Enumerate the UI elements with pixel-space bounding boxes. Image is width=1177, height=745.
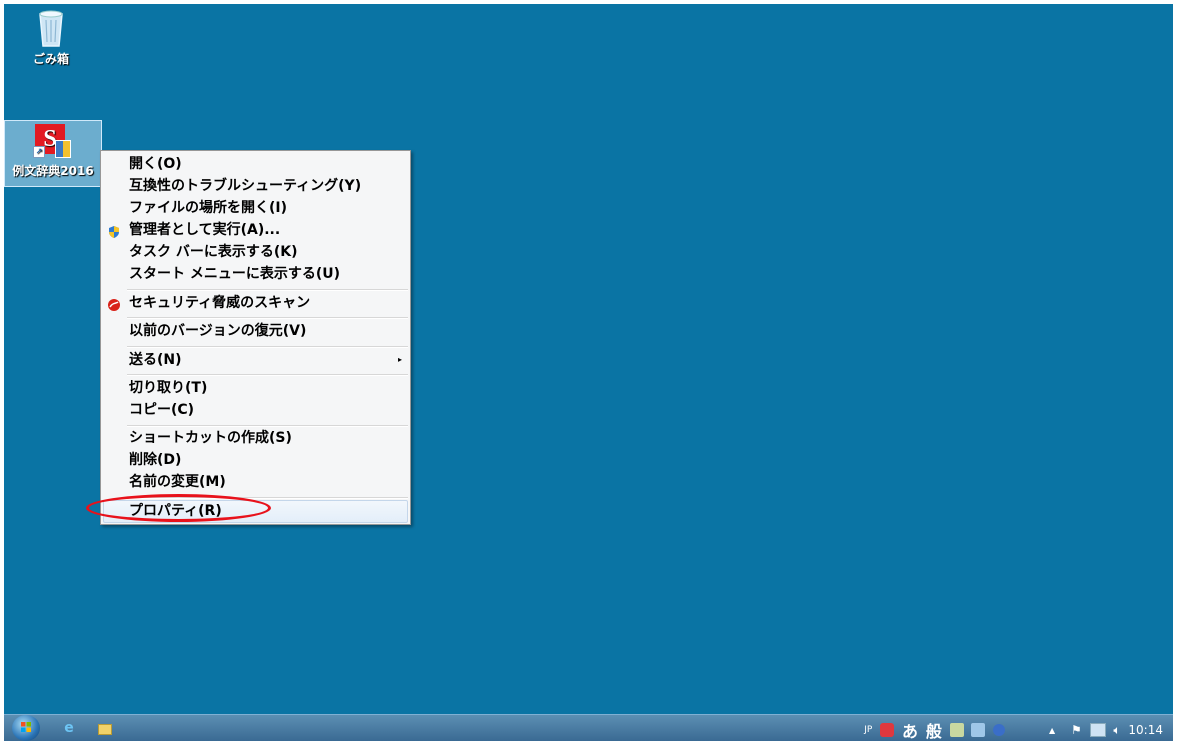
ime-dictionary-icon[interactable] (971, 723, 986, 737)
context-menu: 開く(O) 互換性のトラブルシューティング(Y) ファイルの場所を開く(I) 管… (100, 150, 411, 525)
menu-separator (127, 346, 408, 348)
language-indicator[interactable]: JP (864, 725, 872, 735)
menu-item-send-to[interactable]: 送る(N) (129, 349, 182, 371)
recycle-bin-label: ごみ箱 (32, 52, 69, 66)
app-logo-icon: S ↗ (33, 124, 71, 160)
recycle-bin-icon (39, 10, 63, 47)
menu-item-rename[interactable]: 名前の変更(M) (129, 471, 226, 493)
ime-pad-icon[interactable] (880, 723, 895, 737)
menu-item-cut[interactable]: 切り取り(T) (129, 377, 207, 399)
network-icon[interactable] (1089, 723, 1106, 737)
menu-item-open-file-location[interactable]: ファイルの場所を開く(I) (129, 197, 287, 219)
menu-item-restore-previous-versions[interactable]: 以前のバージョンの復元(V) (129, 320, 306, 342)
recycle-bin-desktop-icon[interactable]: ごみ箱 (6, 8, 96, 67)
menu-item-run-as-administrator[interactable]: 管理者として実行(A)... (129, 219, 280, 241)
taskbar: e JP あ 般 ▲ ⚑ 🔈︎ 10:14 (4, 714, 1173, 741)
windows-logo-icon (21, 722, 31, 732)
submenu-arrow-icon: ▸ (397, 355, 402, 364)
start-button[interactable] (12, 715, 40, 741)
ime-mode-indicator[interactable]: あ (902, 718, 918, 742)
file-explorer-icon[interactable] (96, 719, 114, 737)
volume-icon[interactable]: 🔈︎ (1113, 723, 1120, 738)
app-shortcut-label: 例文辞典2016 (12, 164, 94, 178)
menu-item-troubleshoot-compatibility[interactable]: 互換性のトラブルシューティング(Y) (129, 175, 361, 197)
menu-separator (127, 289, 408, 291)
menu-separator (127, 374, 408, 376)
menu-item-open[interactable]: 開く(O) (129, 153, 182, 175)
ime-help-icon[interactable] (993, 724, 1006, 736)
clock[interactable]: 10:14 (1128, 723, 1163, 737)
caps-kana-indicator[interactable] (1013, 724, 1041, 736)
menu-item-pin-to-start-menu[interactable]: スタート メニューに表示する(U) (129, 263, 340, 285)
ime-tool-icon[interactable] (949, 723, 964, 737)
menu-item-delete[interactable]: 削除(D) (129, 449, 181, 471)
action-center-flag-icon[interactable]: ⚑ (1071, 723, 1082, 737)
app-shortcut-desktop-icon[interactable]: S ↗ 例文辞典2016 (4, 120, 102, 187)
menu-separator (127, 317, 408, 319)
ime-conversion-mode[interactable]: 般 (926, 718, 942, 742)
show-hidden-icons-icon[interactable]: ▲ (1049, 726, 1055, 735)
uac-shield-icon (109, 226, 119, 238)
menu-item-pin-to-taskbar[interactable]: タスク バーに表示する(K) (129, 241, 298, 263)
security-scan-icon (108, 299, 120, 311)
menu-item-copy[interactable]: コピー(C) (129, 399, 194, 421)
desktop: ごみ箱 S ↗ 例文辞典2016 開く(O) 互換性のトラブルシューティング(Y… (4, 4, 1173, 714)
annotation-highlight-ellipse (86, 494, 271, 522)
menu-item-create-shortcut[interactable]: ショートカットの作成(S) (129, 427, 292, 449)
menu-item-security-scan[interactable]: セキュリティ脅威のスキャン (129, 292, 310, 314)
system-tray: JP あ 般 ▲ ⚑ 🔈︎ 10:14 (860, 718, 1163, 741)
internet-explorer-icon[interactable]: e (60, 719, 78, 737)
